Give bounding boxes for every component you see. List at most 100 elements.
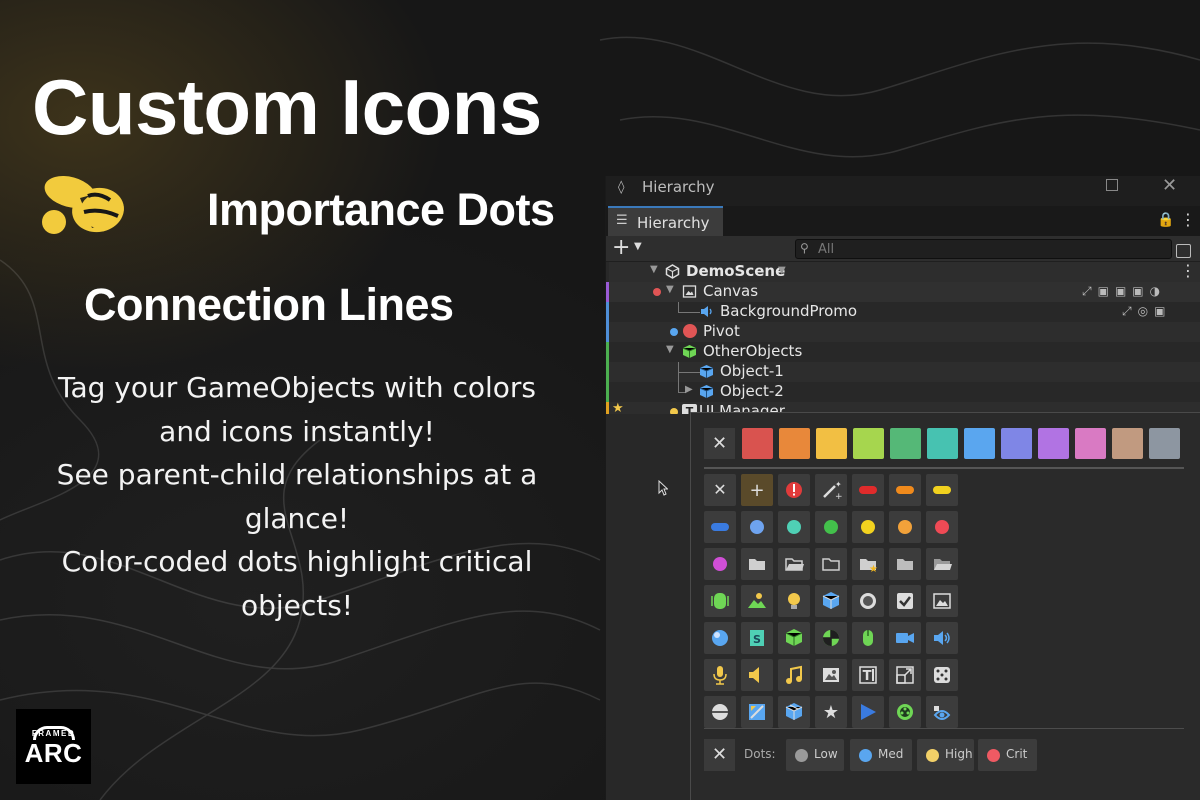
scene-filter-icon[interactable] [1176,244,1191,258]
color-swatch-lime[interactable] [853,428,884,459]
icon-option-image-frame[interactable] [926,585,958,617]
icon-option-blue-dot[interactable] [741,511,773,543]
icon-option-yellow-dot[interactable] [852,511,884,543]
color-swatch-teal[interactable] [927,428,958,459]
color-swatch-orange[interactable] [779,428,810,459]
scene-menu-chevron-icon[interactable]: ▼ [778,265,786,276]
search-icon: ⚲ [800,241,809,255]
icon-option-play[interactable] [852,696,884,728]
color-swatch-tan[interactable] [1112,428,1143,459]
expand-arrow-icon[interactable]: ▼ [666,344,674,355]
icon-option-folder-open-alt[interactable] [926,548,958,580]
color-swatch-indigo[interactable] [1001,428,1032,459]
icon-option-record[interactable] [852,585,884,617]
row-background [609,322,1200,342]
icon-option-plus[interactable]: + [741,474,773,506]
dot-high-button[interactable]: High [917,739,974,771]
icon-option-scale[interactable] [889,659,921,691]
icon-option-sphere[interactable] [704,622,736,654]
icon-option-terrain[interactable] [741,585,773,617]
tree-row-pivot[interactable]: Pivot [606,322,1200,342]
icon-option-magic-wand[interactable]: ✦ + [815,474,847,506]
expand-arrow-icon[interactable]: ▼ [666,284,674,295]
icon-option-folder-open[interactable] [778,548,810,580]
maximize-icon[interactable] [1106,179,1118,191]
icon-option-prefab[interactable] [815,585,847,617]
icon-option-green-dot[interactable] [815,511,847,543]
color-stripe [606,322,609,342]
icon-option-camera[interactable] [889,622,921,654]
kebab-menu-icon[interactable]: ⋮ [1180,210,1196,229]
tree-row-canvas[interactable]: ▼ Canvas ⤢▣▣▣◑ [606,282,1200,302]
icon-option-folder[interactable] [741,548,773,580]
terrain-icon [748,593,766,608]
icon-option-visibility[interactable] [926,696,958,728]
color-swatch-red[interactable] [742,428,773,459]
icon-option-audio-source[interactable] [704,585,736,617]
description-line: objects! [240,588,354,622]
icon-option-speaker[interactable] [926,622,958,654]
icon-option-red-dot[interactable] [926,511,958,543]
icon-option-yellow-pill[interactable] [926,474,958,506]
tree-row-otherobjects[interactable]: ▼ OtherObjects [606,342,1200,362]
clear-color-button[interactable]: ✕ [704,428,735,459]
search-input[interactable]: ⚲ All [795,239,1191,259]
icon-option-material[interactable] [815,622,847,654]
icon-option-error[interactable] [778,474,810,506]
expand-arrow-icon[interactable]: ▼ [650,264,658,275]
dot-med-button[interactable]: Med [850,739,912,771]
icon-option-folder-star[interactable]: ★ [852,548,884,580]
component-tool-icons[interactable]: ⤢▣▣▣◑ [1082,284,1166,299]
speaker-icon [701,306,712,317]
icon-option-package[interactable] [778,696,810,728]
icon-option-orange-pill[interactable] [889,474,921,506]
icon-option-clear[interactable]: ✕ [704,474,736,506]
tree-row-object-1[interactable]: Object-1 [606,362,1200,382]
clear-dot-button[interactable]: ✕ [704,739,735,771]
dot-crit-button[interactable]: Crit [978,739,1037,771]
icon-option-globe[interactable] [704,696,736,728]
icon-option-particle[interactable] [889,696,921,728]
add-button[interactable]: + [612,236,630,260]
icon-option-mouse[interactable] [852,622,884,654]
tab-hierarchy[interactable]: ☰ Hierarchy [608,206,723,236]
icon-option-red-pill[interactable] [852,474,884,506]
icon-option-text[interactable]: T [852,659,884,691]
dot-low-button[interactable]: Low [786,739,844,771]
tree-row-demoscene[interactable]: ▼ DemoScene ▼ ⋮ [606,261,1200,282]
tree-row-object-2[interactable]: ▶ Object-2 [606,382,1200,402]
unity-scene-icon [665,264,680,279]
icon-option-microphone[interactable] [704,659,736,691]
icon-option-light[interactable] [778,585,810,617]
icon-option-sound[interactable] [741,659,773,691]
icon-option-checkbox[interactable] [889,585,921,617]
icon-option-star[interactable]: ★ [815,696,847,728]
color-swatch-blue[interactable] [964,428,995,459]
framed-arc-logo: FRAMED ARC [16,709,91,784]
color-swatch-gray[interactable] [1149,428,1180,459]
tree-row-backgroundpromo[interactable]: BackgroundPromo ⤢◎▣ [606,302,1200,322]
icon-option-music[interactable] [778,659,810,691]
color-swatch-green[interactable] [890,428,921,459]
icon-option-script[interactable]: S [741,622,773,654]
icon-option-rect-transform[interactable] [741,696,773,728]
color-swatch-yellow[interactable] [816,428,847,459]
close-icon[interactable]: ✕ [1162,175,1177,196]
component-tool-icons[interactable]: ⤢◎▣ [1122,304,1171,319]
icon-option-dice[interactable] [926,659,958,691]
icon-option-folder-filled[interactable] [889,548,921,580]
scene-options-icon[interactable]: ⋮ [1180,261,1196,280]
color-swatch-pink[interactable] [1075,428,1106,459]
collapsed-arrow-icon[interactable]: ▶ [685,384,693,395]
color-swatch-purple[interactable] [1038,428,1069,459]
lock-icon[interactable]: 🔒 [1157,212,1174,228]
window-titlebar[interactable]: ◊ Hierarchy ✕ [606,175,1200,206]
icon-option-teal-dot[interactable] [778,511,810,543]
icon-option-picture[interactable] [815,659,847,691]
icon-option-cube[interactable] [778,622,810,654]
chevron-down-icon[interactable]: ▼ [634,241,642,252]
icon-option-magenta-dot[interactable] [704,548,736,580]
icon-option-folder-outline[interactable] [815,548,847,580]
icon-option-orange-dot[interactable] [889,511,921,543]
icon-option-blue-pill[interactable] [704,511,736,543]
